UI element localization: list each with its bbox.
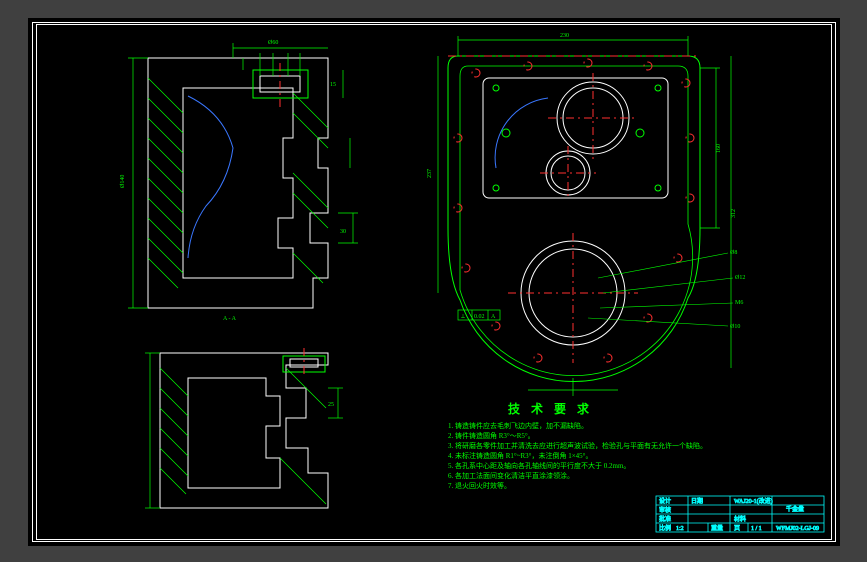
tb-mass-l: 重量: [711, 524, 723, 532]
req-1: 1. 铸造铸件应去毛刺飞边内壁，加不漏缺陷。: [448, 421, 588, 430]
svg-text:Ø12: Ø12: [735, 275, 745, 281]
svg-text:Ø10: Ø10: [730, 324, 740, 330]
req-3: 3. 将研磨各零件加工并清洗去应进行超声波试验，检验孔与平面有无允许一个缺陷。: [448, 441, 707, 450]
right-plan-view: 230 160 312 237 Ø8 Ø12 M6 Ø10: [427, 33, 745, 396]
tb-date-l: 日期: [691, 497, 703, 505]
req-7: 7. 退火回火时效等。: [448, 481, 511, 490]
svg-text:15: 15: [330, 82, 336, 88]
section-label: A - A: [223, 316, 237, 322]
lower-section-view: 25: [145, 348, 343, 508]
svg-text:Ø60: Ø60: [268, 40, 278, 46]
svg-text:M6: M6: [735, 300, 743, 306]
svg-text:0.02: 0.02: [474, 314, 485, 320]
tb-page-v: 1 / 1: [751, 526, 762, 532]
tb-check-l: 审核: [659, 506, 671, 514]
svg-text:30: 30: [340, 229, 346, 235]
technical-requirements: 技 术 要 求 1. 铸造铸件应去毛刺飞边内壁，加不漏缺陷。 2. 铸件铸造圆角…: [448, 401, 707, 490]
tb-sheet-l: 页: [734, 525, 740, 532]
req-2: 2. 铸件铸造圆角 R3°～R5°。: [448, 431, 535, 440]
drawing-sheet: Ø140 Ø60 15 30 A - A: [28, 18, 840, 546]
svg-text:25: 25: [328, 402, 334, 408]
tb-scale-v: 1:2: [676, 526, 684, 532]
requirements-title: 技 术 要 求: [508, 401, 593, 416]
title-block: WAJ20-1(改进) 千金盘 WFMJ02-LGJ-09 设计 审核 批准 日…: [656, 496, 824, 532]
cad-svg: Ø140 Ø60 15 30 A - A: [28, 18, 840, 546]
svg-text:230: 230: [560, 33, 569, 39]
cad-viewport: Ø140 Ø60 15 30 A - A: [0, 0, 867, 562]
svg-text:Ø8: Ø8: [730, 250, 737, 256]
req-6: 6. 各加工法面间变化清洁平直涂漆领涂。: [448, 471, 574, 480]
svg-text:Ø140: Ø140: [120, 175, 126, 188]
tb-material-l: 材料: [734, 515, 746, 523]
tb-approve-l: 批准: [659, 515, 671, 523]
svg-text:160: 160: [716, 144, 722, 153]
tb-name: 千金盘: [786, 505, 804, 513]
req-4: 4. 未标注铸造圆角 R1°~R3°，未注倒角 1×45°。: [448, 451, 592, 460]
tb-design-l: 设计: [659, 497, 671, 505]
tb-project: WAJ20-1(改进): [734, 497, 773, 505]
tb-docno: WFMJ02-LGJ-09: [776, 526, 819, 532]
svg-text:237: 237: [427, 169, 433, 178]
svg-text:⟂: ⟂: [461, 313, 465, 320]
left-section-view: Ø140 Ø60 15 30 A - A: [120, 40, 358, 322]
svg-text:312: 312: [731, 209, 737, 218]
tb-scale-l: 比例: [659, 524, 671, 532]
svg-text:A: A: [491, 314, 496, 320]
req-5: 5. 各孔系中心距及轴向各孔轴线间的平行度不大于 0.2mm。: [448, 461, 630, 470]
